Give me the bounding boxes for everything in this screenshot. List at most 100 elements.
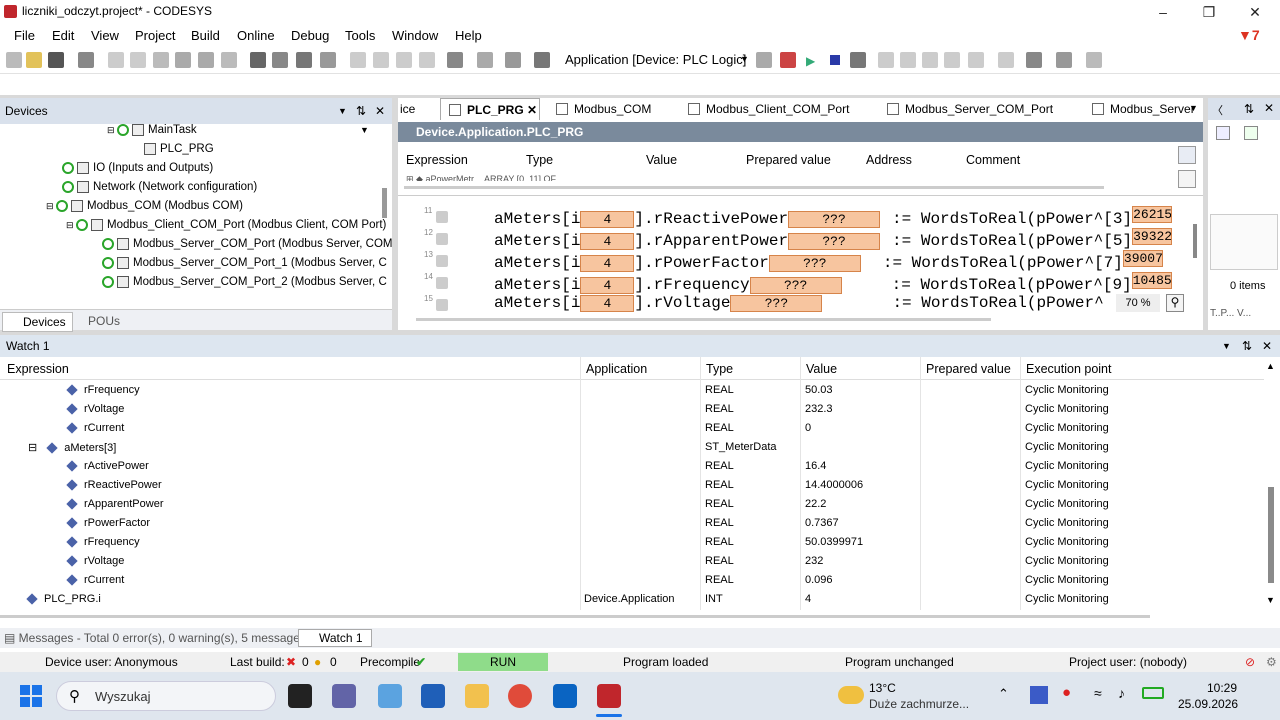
find-replace-icon[interactable]: [272, 52, 288, 68]
online-value[interactable]: 10485: [1131, 272, 1172, 289]
warning-icon[interactable]: ●: [314, 655, 321, 669]
online-value[interactable]: ???: [730, 295, 823, 312]
menu-build[interactable]: Build: [191, 28, 220, 43]
online-value[interactable]: 39007: [1122, 250, 1163, 267]
tab-messages[interactable]: ▤ Messages - Total 0 error(s), 0 warning…: [4, 631, 314, 645]
run-to-cursor-icon[interactable]: [944, 52, 960, 68]
menu-edit[interactable]: Edit: [52, 28, 74, 43]
start-icon[interactable]: ▶: [806, 54, 815, 68]
search-box[interactable]: ⚲ Wyszukaj: [56, 681, 276, 711]
save-icon[interactable]: [48, 52, 64, 68]
watch-row[interactable]: rVoltage REAL 232 Cyclic Monitoring: [0, 552, 1264, 571]
online-value[interactable]: 4: [580, 295, 635, 312]
file-explorer-icon[interactable]: [465, 684, 489, 708]
close-icon[interactable]: ✕: [1264, 101, 1274, 115]
code-line-15[interactable]: aMeters[i 4].rVoltage???:= WordsToReal(pP…: [494, 294, 1114, 312]
watch-col-prepared-value[interactable]: Prepared value: [926, 362, 1011, 376]
store-icon[interactable]: [421, 684, 445, 708]
breakpoint-marker[interactable]: [436, 211, 448, 223]
col-expression[interactable]: Expression: [406, 153, 468, 167]
watch-vscrollbar[interactable]: [1268, 487, 1274, 583]
write-values-icon[interactable]: [998, 52, 1014, 68]
code-vscrollbar[interactable]: [1193, 224, 1197, 258]
scroll-up-icon[interactable]: ▲: [1266, 361, 1275, 371]
chrome-icon[interactable]: [508, 684, 532, 708]
close-icon[interactable]: ✕: [375, 98, 385, 124]
pin-icon[interactable]: ⇅: [356, 98, 366, 124]
tree-scrollbar[interactable]: [382, 188, 387, 218]
pin-icon[interactable]: ⇅: [1244, 102, 1254, 116]
outlook-icon[interactable]: [553, 684, 577, 708]
error-icon[interactable]: ✖: [286, 655, 296, 669]
properties-tabs[interactable]: T..P... V...: [1210, 308, 1280, 319]
codesys-taskbar-icon[interactable]: [597, 684, 621, 708]
connection-icon[interactable]: ⊘: [1245, 655, 1255, 669]
breakpoint-marker[interactable]: [436, 277, 448, 289]
settings-icon[interactable]: ⚙: [1266, 655, 1277, 669]
chevron-up-icon[interactable]: ⌃: [998, 686, 1009, 702]
zoom-level[interactable]: 70 %: [1116, 294, 1160, 312]
tree-item-modbus-server-0[interactable]: Modbus_Server_COM_Port (Modbus Server, C…: [102, 238, 392, 250]
close-icon[interactable]: ✕: [1262, 335, 1272, 357]
copy-icon[interactable]: [175, 52, 191, 68]
weather-temp[interactable]: 13°C: [869, 681, 896, 695]
online-value[interactable]: ???: [788, 233, 881, 250]
tree-item-modbus-client[interactable]: ⊟ Modbus_Client_COM_Port (Modbus Client,…: [66, 219, 386, 231]
decl-scrollbar[interactable]: [404, 186, 1104, 189]
online-value[interactable]: 39322: [1132, 228, 1173, 245]
cut-icon[interactable]: [153, 52, 169, 68]
tab-modbus-server-2[interactable]: Modbus_Server: [1084, 98, 1195, 120]
print-icon[interactable]: [78, 52, 94, 68]
watch-col-execution-point[interactable]: Execution point: [1026, 362, 1111, 376]
breakpoint-icon[interactable]: [968, 52, 984, 68]
code-line-12[interactable]: aMeters[i 4].rApparentPower???:= WordsToR…: [494, 228, 1173, 250]
tree-item-plc-prg[interactable]: PLC_PRG: [144, 143, 214, 155]
watch-col-value[interactable]: Value: [806, 362, 837, 376]
breakpoint-marker[interactable]: [436, 233, 448, 245]
col-prepared-value[interactable]: Prepared value: [746, 153, 831, 167]
tree-item-modbus-server-1[interactable]: Modbus_Server_COM_Port_1 (Modbus Server,…: [102, 257, 387, 269]
pin-icon[interactable]: ⇅: [1242, 335, 1252, 357]
menu-project[interactable]: Project: [135, 28, 175, 43]
tree-item-modbus-server-2[interactable]: Modbus_Server_COM_Port_2 (Modbus Server,…: [102, 276, 387, 288]
breakpoint-marker[interactable]: [436, 299, 448, 311]
tab-modbus-server[interactable]: Modbus_Server_COM_Port: [879, 98, 1053, 120]
watch-row[interactable]: rActivePower REAL 16.4 Cyclic Monitoring: [0, 457, 1264, 476]
decl-view-icon[interactable]: [1178, 146, 1196, 164]
code-line-13[interactable]: aMeters[i 4].rPowerFactor???:= WordsToRea…: [494, 250, 1163, 272]
code-line-11[interactable]: aMeters[i 4].rReactivePower???:= WordsToR…: [494, 206, 1173, 228]
watch-row[interactable]: ⊟ aMeters[3] ST_MeterData Cyclic Monitorin…: [0, 438, 1264, 457]
open-icon[interactable]: [26, 52, 42, 68]
find-prev-icon[interactable]: [320, 52, 336, 68]
notification-icon[interactable]: ▼7: [1238, 27, 1260, 43]
bookmark-prev-icon[interactable]: [396, 52, 412, 68]
col-value[interactable]: Value: [646, 153, 677, 167]
task-view-icon[interactable]: [288, 684, 312, 708]
online-value[interactable]: 4: [580, 211, 635, 228]
online-value[interactable]: 4: [580, 233, 635, 250]
tree-item-network[interactable]: Network (Network configuration): [62, 181, 257, 193]
clock-time[interactable]: 10:29: [1207, 681, 1237, 695]
unforce-icon[interactable]: [1056, 52, 1072, 68]
detail-view-icon[interactable]: [1244, 126, 1258, 140]
tree-item-modbus-com[interactable]: ⊟ Modbus_COM (Modbus COM): [46, 200, 243, 212]
watch-col-application[interactable]: Application: [586, 362, 647, 376]
tree-item-io[interactable]: IO (Inputs and Outputs): [62, 162, 213, 174]
code-line-14[interactable]: aMeters[i 4].rFrequency???:= WordsToReal(…: [494, 272, 1172, 294]
watch-row[interactable]: rFrequency REAL 50.03 Cyclic Monitoring: [0, 381, 1264, 400]
menu-help[interactable]: Help: [455, 28, 482, 43]
watch-hscrollbar[interactable]: [0, 615, 1150, 618]
wifi-icon[interactable]: ≈: [1094, 685, 1102, 701]
menu-online[interactable]: Online: [237, 28, 275, 43]
tab-list-icon[interactable]: ▼: [1189, 103, 1198, 113]
watch-col-expression[interactable]: Expression: [7, 362, 69, 376]
close-icon[interactable]: ✕: [527, 99, 537, 121]
undo-icon[interactable]: [108, 52, 124, 68]
window-icon[interactable]: [447, 52, 463, 68]
watch-row[interactable]: rCurrent REAL 0 Cyclic Monitoring: [0, 419, 1264, 438]
online-value[interactable]: 4: [580, 255, 635, 272]
speaker-icon[interactable]: ♪: [1118, 685, 1125, 701]
clock-date[interactable]: 25.09.2026: [1178, 697, 1238, 711]
step-over-icon[interactable]: [878, 52, 894, 68]
bookmark-next-icon[interactable]: [373, 52, 389, 68]
